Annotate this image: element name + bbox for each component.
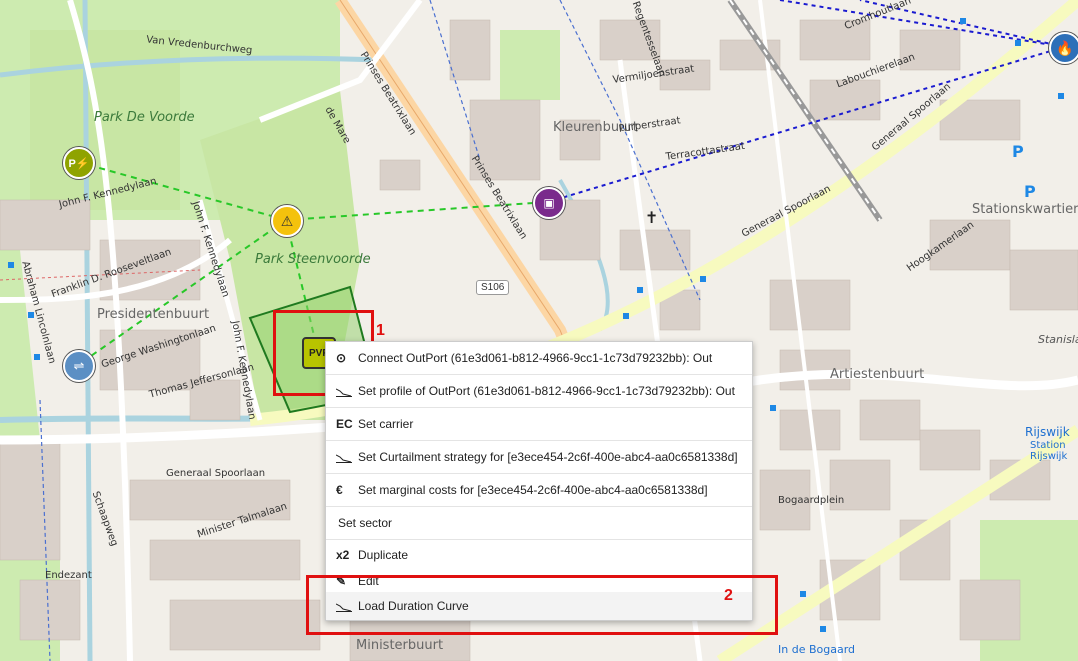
parking-ev-marker-icon[interactable]: P⚡ — [63, 147, 95, 179]
menu-item-set-sector[interactable]: Set sector — [326, 507, 752, 540]
menu-item-label: Set profile of OutPort (61e3d061-b812-49… — [358, 384, 735, 398]
label-bogaardplein: Bogaardplein — [778, 495, 845, 506]
heat-exchange-marker-icon[interactable]: ⇌ — [63, 350, 95, 382]
road-shield-s106: S106 — [476, 280, 510, 295]
profile-icon — [336, 385, 358, 397]
label-artiestenbuurt: Artiestenbuurt — [830, 367, 925, 382]
label-endezant: Endezant — [45, 570, 92, 581]
label-stanislas: Stanislas — [1038, 333, 1078, 346]
curtailment-icon — [336, 451, 358, 463]
warning-marker-icon[interactable]: ⚠ — [271, 205, 303, 237]
label-stationskwartier: Stationskwartier — [972, 202, 1078, 217]
parking-icon: P — [1024, 182, 1036, 201]
fire-marker-icon[interactable]: 🔥 — [1049, 32, 1078, 64]
label-park-steenvoorde: Park Steenvoorde — [255, 252, 371, 267]
annotation-box-2 — [306, 575, 778, 635]
menu-item-label: Set Curtailment strategy for [e3ece454-2… — [358, 450, 738, 464]
label-generaal-spoorlaan-3: Generaal Spoorlaan — [166, 468, 266, 479]
label-park-de-voorde: Park De Voorde — [94, 110, 195, 125]
menu-item-connect-outport[interactable]: ⊙ Connect OutPort (61e3d061-b812-4966-9c… — [326, 342, 752, 375]
menu-item-marginal-costs[interactable]: € Set marginal costs for [e3ece454-2c6f-… — [326, 474, 752, 507]
label-ministerbuurt: Ministerbuurt — [356, 638, 444, 653]
carrier-icon: EC — [336, 417, 353, 431]
menu-item-label: Connect OutPort (61e3d061-b812-4966-9cc1… — [358, 351, 713, 365]
menu-item-label: Duplicate — [358, 548, 409, 562]
label-in-de-bogaard: In de Bogaard — [778, 643, 856, 656]
label-presidentenbuurt: Presidentenbuurt — [97, 307, 210, 322]
menu-item-curtailment-strategy[interactable]: Set Curtailment strategy for [e3ece454-2… — [326, 441, 752, 474]
duplicate-icon: x2 — [336, 548, 350, 562]
menu-item-label: Set carrier — [358, 417, 414, 431]
menu-item-duplicate[interactable]: x2 Duplicate — [326, 540, 752, 570]
menu-item-set-carrier[interactable]: EC Set carrier — [326, 408, 752, 441]
euro-icon: € — [336, 483, 343, 497]
connect-icon: ⊙ — [336, 351, 347, 365]
annotation-label-1: 1 — [376, 322, 385, 339]
label-station-rijswijk: Station Rijswijk — [1030, 440, 1068, 462]
label-rijswijk: Rijswijk — [1025, 425, 1070, 439]
conversion-marker-icon[interactable]: ▣ — [533, 187, 565, 219]
annotation-label-2: 2 — [724, 587, 733, 604]
menu-item-label: Set marginal costs for [e3ece454-2c6f-40… — [358, 483, 708, 497]
menu-item-label: Set sector — [338, 516, 393, 530]
menu-item-set-profile[interactable]: Set profile of OutPort (61e3d061-b812-49… — [326, 375, 752, 408]
parking-icon: P — [1012, 142, 1024, 161]
church-icon: ✝ — [645, 208, 659, 227]
